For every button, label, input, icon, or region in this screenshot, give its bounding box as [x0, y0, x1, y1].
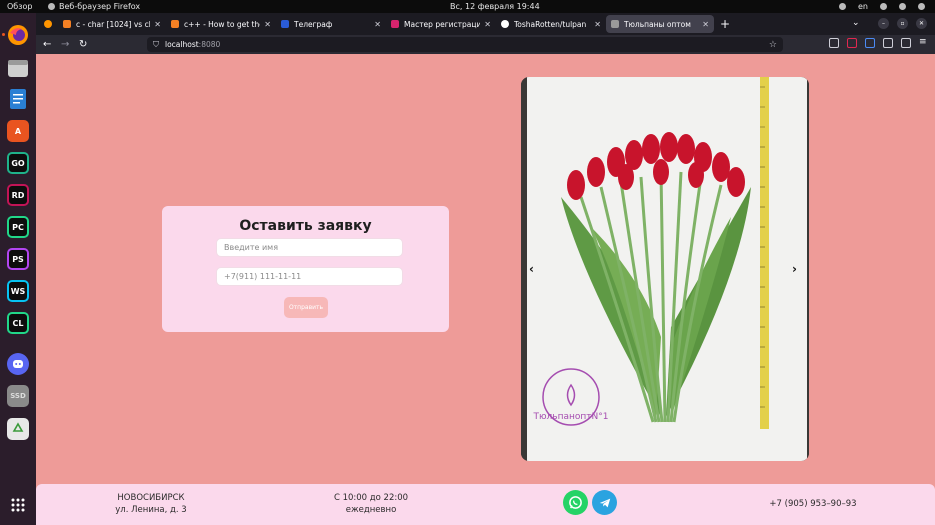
reload-icon[interactable]: ↻ [79, 38, 87, 51]
downloads-icon[interactable] [883, 38, 893, 48]
power-icon[interactable] [918, 3, 925, 10]
active-app-menu[interactable]: Веб-браузер Firefox [48, 2, 140, 11]
tab-label: c - char [1024] vs char * - [76, 19, 150, 29]
files-icon[interactable] [7, 57, 29, 79]
form-title: Оставить заявку [239, 218, 372, 234]
tab[interactable]: c++ - How to get the real ✕ [166, 15, 276, 33]
keyboard-layout[interactable]: en [858, 2, 868, 11]
logo-watermark: ТюльпаноптN°1 [532, 412, 608, 422]
trash-icon[interactable] [7, 418, 29, 440]
volume-icon[interactable] [899, 3, 906, 10]
navigation-toolbar: ← → ↻ ⛉ localhost:8080 ☆ ≡ [36, 35, 935, 54]
request-form: Оставить заявку Введите имя +7(911) 111-… [162, 206, 449, 332]
list-tabs-icon[interactable]: ⌄ [852, 18, 860, 28]
ssd-icon[interactable]: SSD [7, 385, 29, 407]
tab-label: ToshaRotten/tulpan [514, 19, 587, 29]
forward-icon[interactable]: → [61, 38, 69, 51]
close-tab-icon[interactable]: ✕ [264, 20, 271, 29]
new-tab-button[interactable]: + [720, 17, 730, 31]
firefox-small-icon [48, 3, 55, 10]
tab[interactable]: Телеграф ✕ [276, 15, 386, 33]
tab-label: Телеграф [294, 19, 333, 29]
overview-button[interactable]: Обзор [7, 2, 32, 11]
system-top-bar: Обзор Веб-браузер Firefox Вс, 12 февраля… [0, 0, 935, 13]
footer-phone[interactable]: +7 (905) 953–90–93 [758, 498, 868, 510]
window-controls: – ▫ ✕ [878, 18, 927, 29]
writer-icon[interactable] [7, 88, 29, 110]
menu-icon[interactable]: ≡ [919, 38, 929, 48]
firefox-view-icon [44, 20, 52, 28]
app-center-icon[interactable]: A [7, 120, 29, 142]
tulip-bouquet-photo: ТюльпаноптN°1 [521, 77, 809, 461]
url-bar[interactable]: ⛉ localhost:8080 ☆ [147, 37, 783, 52]
close-tab-icon[interactable]: ✕ [484, 20, 491, 29]
tab[interactable]: ToshaRotten/tulpan ✕ [496, 15, 606, 33]
extension-icon[interactable] [847, 38, 857, 48]
active-indicator [2, 33, 5, 36]
close-tab-icon[interactable]: ✕ [702, 20, 709, 29]
maximize-button[interactable]: ▫ [897, 18, 908, 29]
show-apps-icon[interactable] [7, 494, 29, 516]
close-window-button[interactable]: ✕ [916, 18, 927, 29]
github-icon [501, 20, 509, 28]
tab-label: Мастер регистрации до [404, 19, 481, 29]
page-content: Оставить заявку Введите имя +7(911) 111-… [36, 54, 935, 525]
site-info-icon[interactable]: ⛉ [153, 40, 159, 50]
extensions-icon[interactable] [901, 38, 911, 48]
footer-hours-time: С 10:00 до 22:00 [333, 493, 409, 503]
stackoverflow-icon [63, 20, 71, 28]
phpstorm-icon[interactable]: PS [7, 248, 29, 270]
tab[interactable]: c - char [1024] vs char * - ✕ [58, 15, 166, 33]
close-tab-icon[interactable]: ✕ [154, 20, 161, 29]
firefox-icon[interactable] [7, 24, 29, 46]
slider-prev-icon[interactable]: ‹ [529, 262, 534, 276]
close-tab-icon[interactable]: ✕ [374, 20, 381, 29]
name-input[interactable]: Введите имя [216, 238, 403, 257]
image-slider: ТюльпаноптN°1 ‹ › [521, 77, 809, 461]
footer-hours: С 10:00 до 22:00 ежедневно [326, 492, 416, 516]
clock[interactable]: Вс, 12 февраля 19:44 [450, 2, 540, 11]
submit-button[interactable]: Отправить [284, 297, 328, 318]
footer: НОВОСИБИРСК ул. Ленина, д. 3 С 10:00 до … [36, 484, 935, 525]
rider-icon[interactable]: RD [7, 184, 29, 206]
footer-hours-days: ежедневно [345, 505, 397, 515]
telegraph-icon [281, 20, 289, 28]
registration-icon [391, 20, 399, 28]
back-icon[interactable]: ← [43, 38, 51, 51]
tab-bar: c - char [1024] vs char * - ✕ c++ - How … [36, 13, 935, 35]
pocket-icon[interactable] [829, 38, 839, 48]
goland-icon[interactable]: GO [7, 152, 29, 174]
discord-icon[interactable] [7, 353, 29, 375]
tab[interactable]: Мастер регистрации до ✕ [386, 15, 496, 33]
bookmark-star-icon[interactable]: ☆ [769, 40, 777, 50]
minimize-button[interactable]: – [878, 18, 889, 29]
url-host: localhost [165, 40, 199, 49]
stackoverflow-icon [171, 20, 179, 28]
page-icon [611, 20, 619, 28]
whatsapp-icon[interactable] [563, 490, 588, 515]
clion-icon[interactable]: CL [7, 312, 29, 334]
discord-tray-icon[interactable] [839, 3, 846, 10]
tab-label: c++ - How to get the real [184, 19, 260, 29]
close-tab-icon[interactable]: ✕ [594, 20, 601, 29]
telegram-icon[interactable] [592, 490, 617, 515]
footer-city: НОВОСИБИРСК [117, 493, 185, 503]
url-port: :8080 [198, 40, 221, 49]
tab-label: Тюльпаны оптом [624, 19, 691, 29]
pycharm-icon[interactable]: PC [7, 216, 29, 238]
system-tray: en [839, 2, 925, 11]
webstorm-icon[interactable]: WS [7, 280, 29, 302]
footer-street: ул. Ленина, д. 3 [115, 505, 187, 515]
firefox-view-button[interactable] [40, 15, 58, 33]
dock: A GO RD PC PS WS CL SSD [0, 13, 36, 525]
slider-next-icon[interactable]: › [792, 262, 797, 276]
toolbar-icons: ≡ [829, 38, 929, 48]
active-app-name: Веб-браузер Firefox [59, 2, 141, 11]
network-icon[interactable] [880, 3, 887, 10]
translate-icon[interactable] [865, 38, 875, 48]
footer-address: НОВОСИБИРСК ул. Ленина, д. 3 [111, 492, 191, 516]
tab-active[interactable]: Тюльпаны оптом ✕ [606, 15, 714, 33]
phone-input[interactable]: +7(911) 111-11-11 [216, 267, 403, 286]
